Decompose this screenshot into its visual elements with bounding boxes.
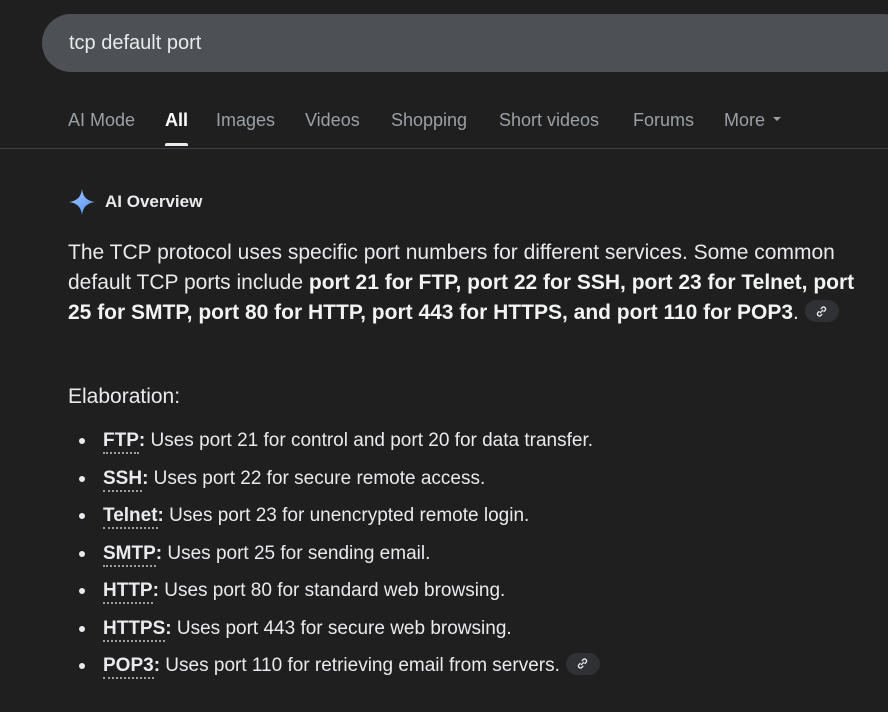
list-item: Telnet: Uses port 23 for unencrypted rem… (68, 499, 868, 537)
item-description: Uses port 443 for secure web browsing. (171, 617, 512, 639)
sparkle-icon (69, 189, 95, 215)
item-description: Uses port 25 for sending email. (162, 542, 431, 564)
source-link-button[interactable] (804, 300, 839, 323)
link-icon (817, 306, 827, 317)
tab-ai-mode[interactable]: AI Mode (68, 110, 135, 131)
ai-overview-title: AI Overview (105, 192, 203, 211)
bullet-icon (79, 475, 85, 482)
item-description: Uses port 22 for secure remote access. (148, 467, 486, 489)
bullet-icon (79, 550, 85, 557)
term-link[interactable]: POP3 (103, 655, 154, 679)
list-item: POP3: Uses port 110 for retrieving email… (68, 649, 868, 687)
item-description: Uses port 110 for retrieving email from … (160, 655, 560, 676)
tab-short-videos[interactable]: Short videos (499, 110, 599, 131)
tab-more-label: More (724, 110, 766, 130)
tab-shopping[interactable]: Shopping (391, 110, 467, 131)
search-query: tcp default port (69, 31, 202, 54)
tab-all[interactable]: All (165, 110, 189, 146)
item-description: Uses port 21 for control and port 20 for… (145, 430, 594, 451)
bullet-icon (79, 438, 85, 444)
term-link[interactable]: Telnet (103, 505, 158, 529)
search-tabs: AI Mode All Images Videos Shopping Short… (0, 96, 888, 149)
list-item: HTTP: Uses port 80 for standard web brow… (68, 574, 868, 612)
search-input[interactable]: tcp default port (42, 14, 888, 72)
term-link[interactable]: HTTPS (103, 617, 166, 642)
elaboration-heading: Elaboration: (68, 385, 181, 408)
tab-videos[interactable]: Videos (305, 110, 360, 131)
bullet-icon (79, 588, 85, 594)
tab-images[interactable]: Images (216, 110, 275, 131)
elaboration-list: FTP: Uses port 21 for control and port 2… (68, 424, 868, 687)
term-link[interactable]: HTTP (103, 580, 153, 604)
bullet-icon (79, 663, 85, 669)
term-link[interactable]: FTP (103, 430, 139, 454)
bullet-icon (79, 625, 85, 632)
term-link[interactable]: SSH (103, 467, 143, 492)
tab-more[interactable]: More (724, 110, 782, 131)
link-icon (578, 658, 588, 670)
ai-overview-header: AI Overview (68, 188, 202, 216)
term-link[interactable]: SMTP (103, 542, 156, 567)
list-item: SMTP: Uses port 25 for sending email. (68, 537, 868, 575)
summary-text-end: . (793, 301, 799, 324)
ai-overview-summary: The TCP protocol uses specific port numb… (68, 238, 868, 328)
item-description: Uses port 80 for standard web browsing. (158, 580, 506, 601)
source-link-button[interactable] (565, 652, 600, 675)
list-item: SSH: Uses port 22 for secure remote acce… (68, 462, 868, 500)
bullet-icon (79, 513, 85, 519)
tab-forums[interactable]: Forums (633, 110, 694, 131)
chevron-down-icon (773, 117, 782, 122)
list-item: FTP: Uses port 21 for control and port 2… (68, 424, 868, 462)
list-item: HTTPS: Uses port 443 for secure web brow… (68, 612, 868, 650)
item-description: Uses port 23 for unencrypted remote logi… (163, 505, 530, 526)
